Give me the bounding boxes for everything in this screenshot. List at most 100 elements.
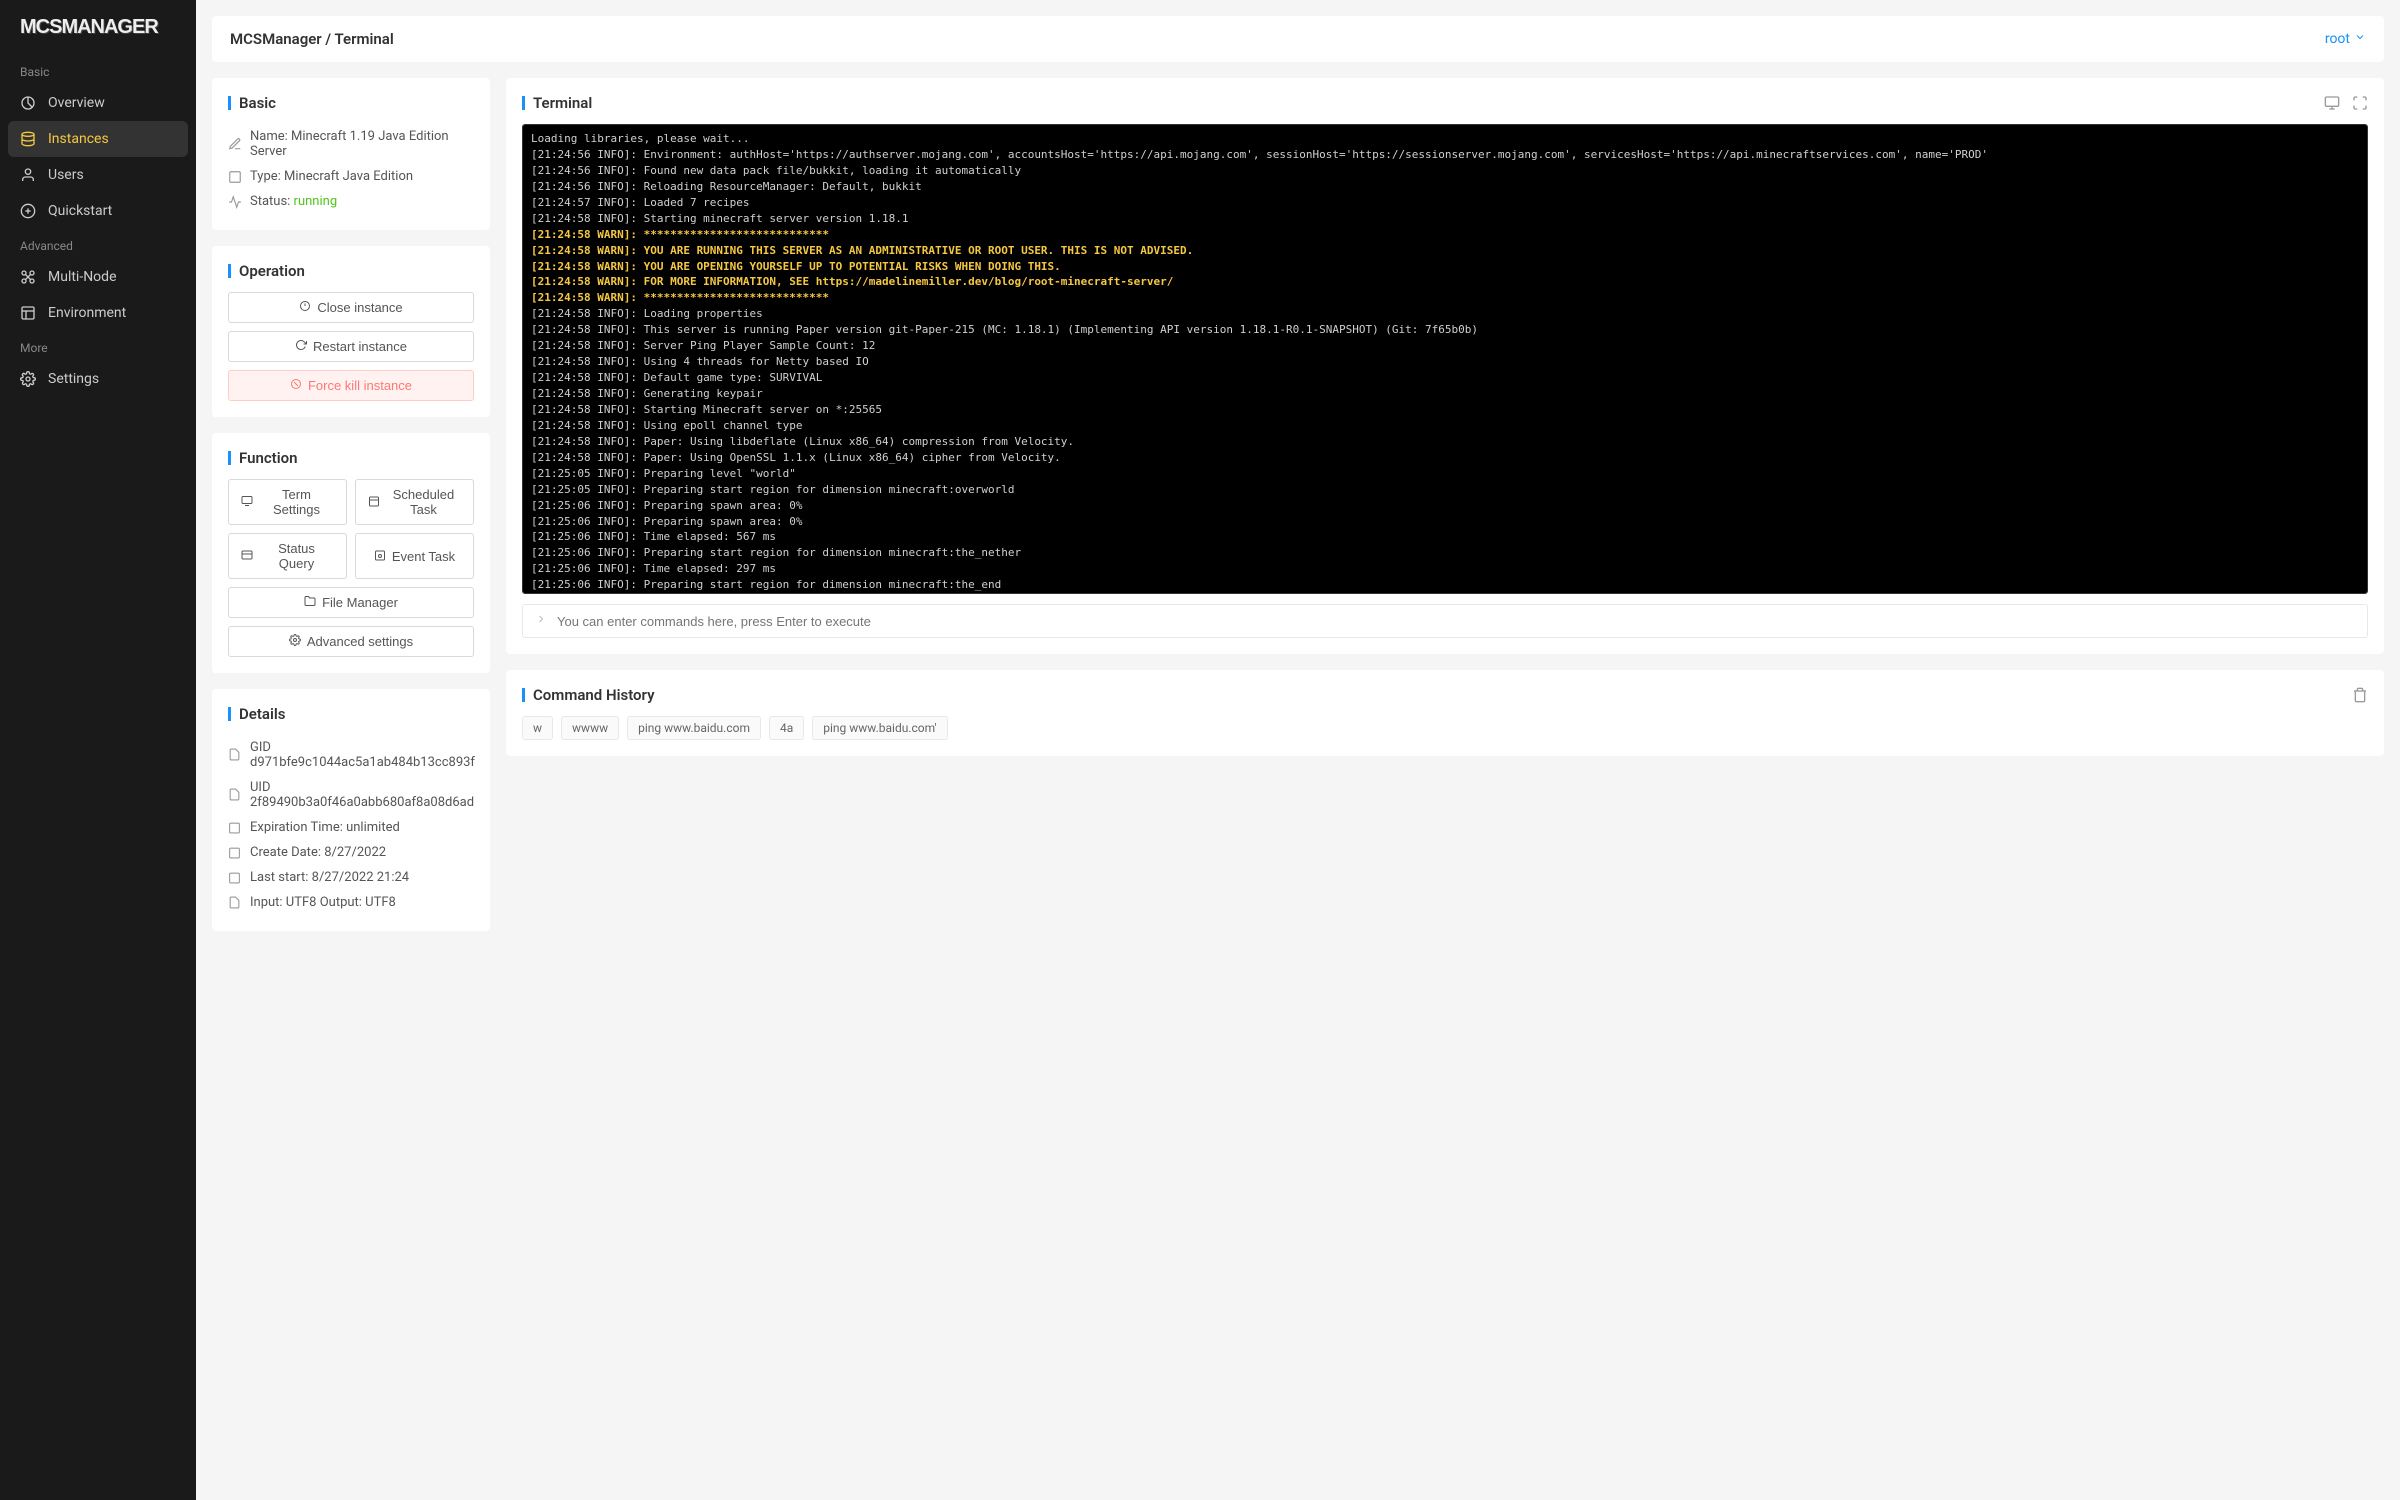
basic-title: Basic [228, 94, 474, 112]
details-title: Details [228, 705, 474, 723]
sidebar-item-label: Environment [48, 305, 126, 321]
sidebar-item-label: Multi-Node [48, 269, 117, 285]
terminal-line: [21:25:06 INFO]: Preparing spawn area: 0… [531, 498, 2359, 514]
plus-circle-icon [20, 203, 36, 219]
terminal-line: [21:25:06 INFO]: Time elapsed: 297 ms [531, 561, 2359, 577]
terminal-line: [21:24:56 INFO]: Reloading ResourceManag… [531, 179, 2359, 195]
sidebar-item-label: Overview [48, 95, 105, 111]
command-input[interactable] [557, 614, 2355, 629]
calendar-icon [228, 871, 242, 885]
term-settings-button[interactable]: Term Settings [228, 479, 347, 525]
calendar-icon [228, 846, 242, 860]
terminal-line: [21:25:06 INFO]: Preparing start region … [531, 577, 2359, 593]
function-title: Function [228, 449, 474, 467]
terminal-line: [21:24:56 INFO]: Found new data pack fil… [531, 163, 2359, 179]
history-tag[interactable]: 4a [769, 716, 804, 740]
chevron-right-icon [535, 613, 547, 629]
details-card: Details GID d971bfe9c1044ac5a1ab484b13cc… [212, 689, 490, 931]
logo: MCSMANAGER [0, 0, 196, 55]
power-icon [299, 300, 311, 315]
force-kill-button[interactable]: Force kill instance [228, 370, 474, 401]
terminal-line: [21:24:58 INFO]: This server is running … [531, 322, 2359, 338]
terminal-line: [21:24:57 INFO]: Loaded 7 recipes [531, 195, 2359, 211]
sidebar-item-environment[interactable]: Environment [0, 295, 196, 331]
breadcrumb: MCSManager / Terminal [230, 30, 394, 48]
terminal-line: [21:25:06 INFO]: Preparing spawn area: 0… [531, 514, 2359, 530]
terminal-line: [21:24:56 INFO]: Environment: authHost='… [531, 147, 2359, 163]
detail-gid: GID d971bfe9c1044ac5a1ab484b13cc893f [228, 735, 474, 775]
user-dropdown[interactable]: root [2325, 31, 2366, 47]
terminal-line: Loading libraries, please wait... [531, 131, 2359, 147]
nav-section-label: Basic [0, 55, 196, 85]
history-title: Command History [522, 686, 655, 704]
close-instance-button[interactable]: Close instance [228, 292, 474, 323]
status-badge: running [294, 194, 338, 209]
terminal-line: [21:24:58 INFO]: Using 4 threads for Net… [531, 354, 2359, 370]
tag-icon [228, 170, 242, 184]
history-tag[interactable]: ping www.baidu.com [627, 716, 761, 740]
main: MCSManager / Terminal root Basic Name: M… [196, 0, 2400, 1500]
terminal-line: [21:25:05 INFO]: Preparing start region … [531, 482, 2359, 498]
terminal-output[interactable]: Loading libraries, please wait...[21:24:… [522, 124, 2368, 594]
advanced-settings-button[interactable]: Advanced settings [228, 626, 474, 657]
event-icon [374, 549, 386, 564]
history-tag[interactable]: wwww [561, 716, 619, 740]
sidebar-item-quickstart[interactable]: Quickstart [0, 193, 196, 229]
sidebar-item-label: Users [48, 167, 84, 183]
terminal-line: [21:24:58 WARN]: ***********************… [531, 227, 2359, 243]
terminal-line: [21:25:06 INFO]: Time elapsed: 567 ms [531, 529, 2359, 545]
trash-icon[interactable] [2352, 687, 2368, 703]
file-icon [228, 788, 242, 802]
basic-type-row: Type: Minecraft Java Edition [228, 164, 474, 189]
command-input-wrapper [522, 604, 2368, 638]
detail-uid: UID 2f89490b3a0f46a0abb680af8a08d6ad [228, 775, 474, 815]
reload-icon [295, 339, 307, 354]
event-task-button[interactable]: Event Task [355, 533, 474, 579]
function-card: Function Term Settings Scheduled Task [212, 433, 490, 673]
terminal-line: [21:25:06 INFO]: Time elapsed: 161 ms [531, 593, 2359, 594]
user-name: root [2325, 31, 2350, 47]
history-card: Command History wwwww ping www.baidu.com 4… [506, 670, 2384, 756]
operation-title: Operation [228, 262, 474, 280]
file-manager-button[interactable]: File Manager [228, 587, 474, 618]
operation-card: Operation Close instance Restart instanc… [212, 246, 490, 417]
sidebar-item-label: Settings [48, 371, 99, 387]
topbar: MCSManager / Terminal root [212, 16, 2384, 62]
terminal-line: [21:24:58 INFO]: Default game type: SURV… [531, 370, 2359, 386]
terminal-line: [21:24:58 INFO]: Loading properties [531, 306, 2359, 322]
pie-icon [20, 95, 36, 111]
user-icon [20, 167, 36, 183]
sidebar-item-multinode[interactable]: Multi-Node [0, 259, 196, 295]
layout-icon [20, 305, 36, 321]
terminal-line: [21:24:58 INFO]: Server Ping Player Samp… [531, 338, 2359, 354]
terminal-line: [21:24:58 WARN]: YOU ARE OPENING YOURSEL… [531, 259, 2359, 275]
sidebar-item-settings[interactable]: Settings [0, 361, 196, 397]
folder-icon [304, 595, 316, 610]
terminal-card: Terminal Loading libraries, please wait.… [506, 78, 2384, 654]
sidebar-item-overview[interactable]: Overview [0, 85, 196, 121]
stop-icon [290, 378, 302, 393]
database-icon [20, 131, 36, 147]
monitor-icon[interactable] [2324, 95, 2340, 111]
sidebar-item-users[interactable]: Users [0, 157, 196, 193]
activity-icon [228, 195, 242, 209]
calendar-icon [228, 821, 242, 835]
history-tag[interactable]: ping www.baidu.com' [812, 716, 947, 740]
detail-exp: Expiration Time: unlimited [228, 815, 474, 840]
detail-create: Create Date: 8/27/2022 [228, 840, 474, 865]
sidebar: MCSMANAGER Basic Overview Instances Users Qu… [0, 0, 196, 1500]
scheduled-task-button[interactable]: Scheduled Task [355, 479, 474, 525]
sidebar-item-instances[interactable]: Instances [8, 121, 188, 157]
history-tags: wwwww ping www.baidu.com 4a ping www.baidu.… [522, 716, 2368, 740]
nav-section-label: More [0, 331, 196, 361]
terminal-line: [21:24:58 WARN]: YOU ARE RUNNING THIS SE… [531, 243, 2359, 259]
detail-io: Input: UTF8 Output: UTF8 [228, 890, 474, 915]
history-tag[interactable]: w [522, 716, 553, 740]
status-query-button[interactable]: Status Query [228, 533, 347, 579]
file-icon [228, 896, 242, 910]
restart-instance-button[interactable]: Restart instance [228, 331, 474, 362]
terminal-line: [21:24:58 WARN]: FOR MORE INFORMATION, S… [531, 274, 2359, 290]
fullscreen-icon[interactable] [2352, 95, 2368, 111]
chevron-down-icon [2354, 31, 2366, 47]
detail-last: Last start: 8/27/2022 21:24 [228, 865, 474, 890]
